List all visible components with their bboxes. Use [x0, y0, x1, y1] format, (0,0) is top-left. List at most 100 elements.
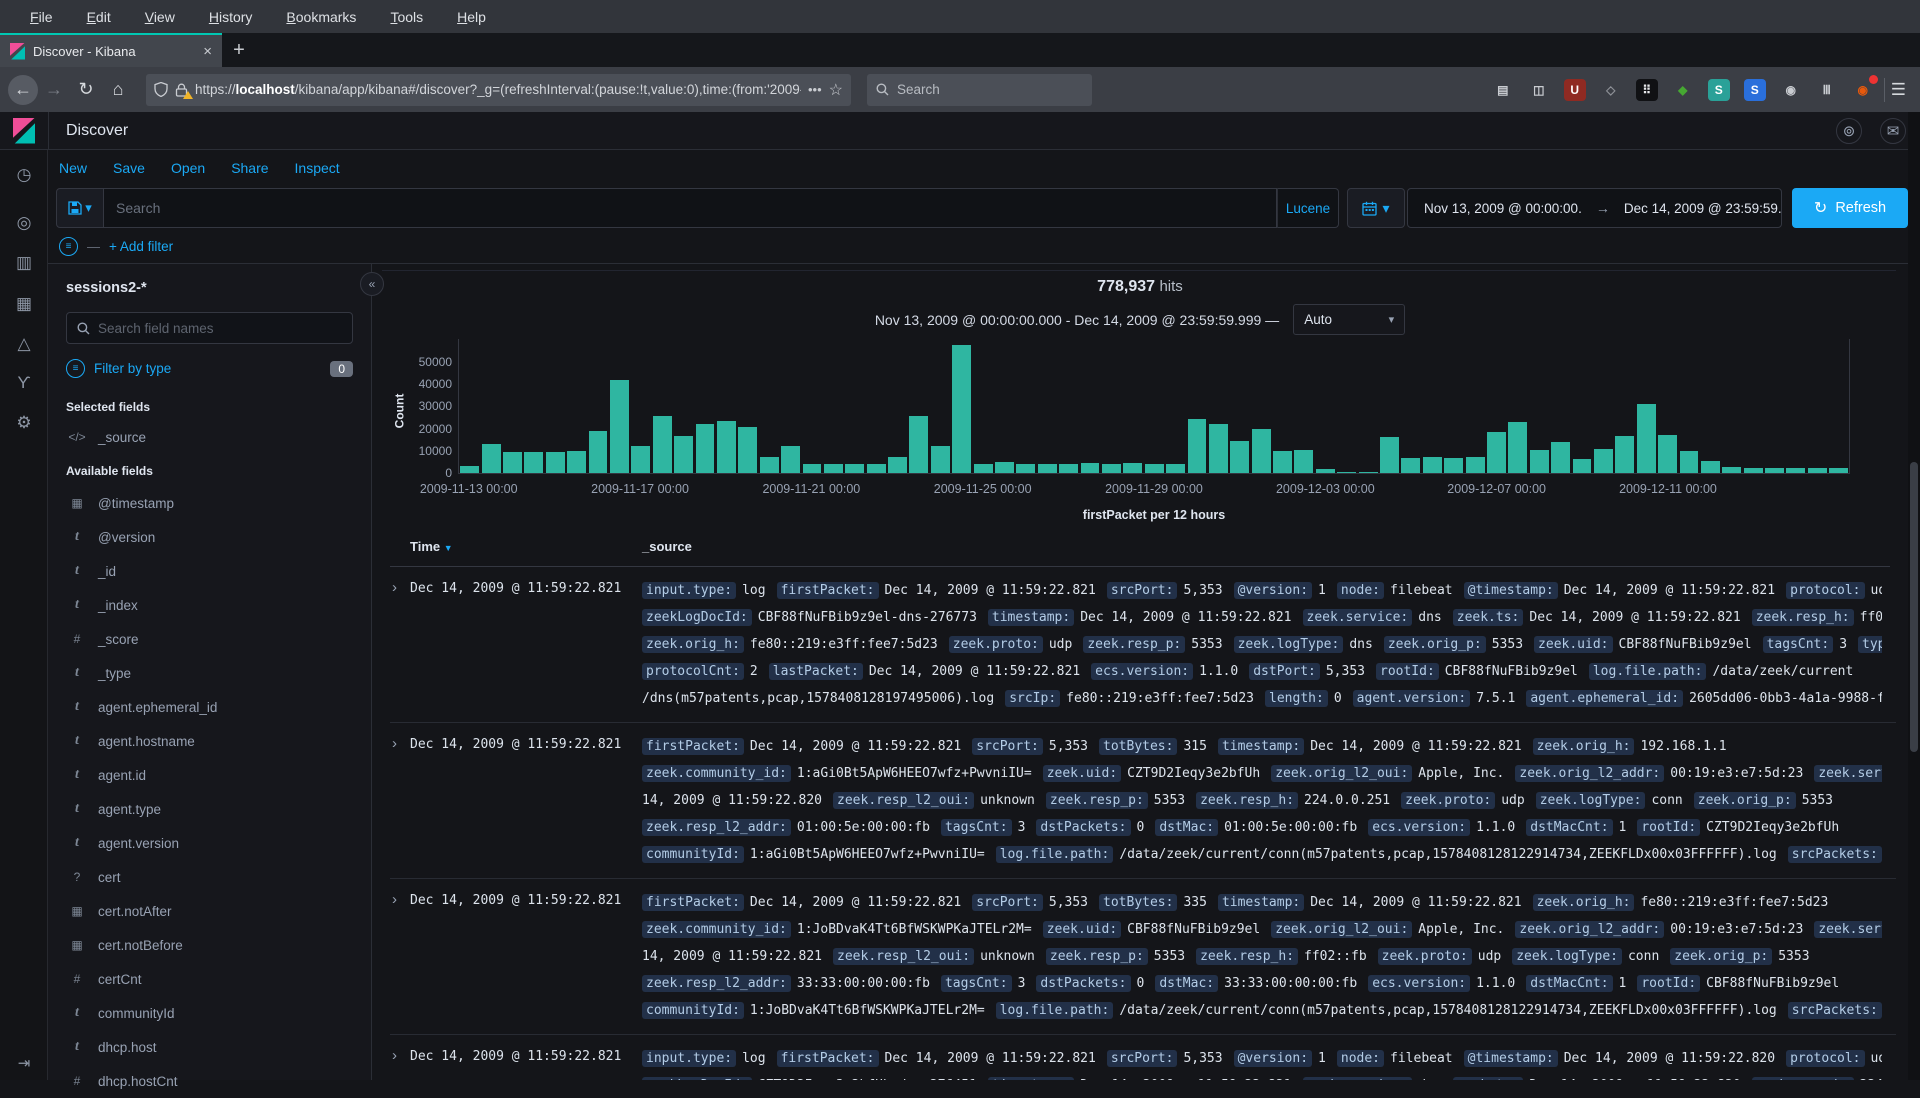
- histogram-bar[interactable]: [1680, 451, 1699, 473]
- histogram-bar[interactable]: [1829, 468, 1848, 473]
- histogram-bar[interactable]: [888, 457, 907, 473]
- histogram-bar[interactable]: [1508, 422, 1527, 473]
- time-column-header[interactable]: Time ▼: [410, 539, 453, 554]
- source-field-name[interactable]: zeek.resp_l2_addr:: [642, 975, 791, 992]
- browser-tab[interactable]: Discover - Kibana ×: [0, 33, 222, 67]
- menubar-item-tools[interactable]: Tools: [390, 9, 423, 25]
- mail-icon[interactable]: ✉: [1880, 118, 1906, 144]
- source-field-name[interactable]: tagsCnt:: [1763, 636, 1834, 653]
- histogram-bar[interactable]: [1573, 459, 1592, 473]
- menubar-item-edit[interactable]: Edit: [87, 9, 111, 25]
- source-field-name[interactable]: log.file.path:: [1589, 663, 1707, 680]
- source-field-name[interactable]: zeek.orig_h:: [1533, 738, 1635, 755]
- histogram-bar[interactable]: [1337, 472, 1356, 473]
- histogram-bar[interactable]: [1188, 419, 1207, 473]
- source-field-name[interactable]: zeek.orig_l2_addr:: [1515, 921, 1664, 938]
- source-field-name[interactable]: zeek.resp_p:: [1083, 636, 1185, 653]
- source-field-name[interactable]: zeek.orig_h:: [642, 636, 744, 653]
- source-field-name[interactable]: log.file.path:: [996, 846, 1114, 863]
- histogram-bar[interactable]: [1765, 468, 1784, 473]
- menu-link-save[interactable]: Save: [113, 160, 145, 176]
- field-item-agent.type[interactable]: tagent.type: [66, 792, 353, 826]
- expand-row-icon[interactable]: ›: [392, 1047, 397, 1064]
- menubar-item-help[interactable]: Help: [457, 9, 486, 25]
- histogram-bar[interactable]: [1359, 472, 1378, 473]
- field-search-input[interactable]: Search field names: [66, 312, 353, 344]
- interval-select[interactable]: Auto ▾: [1293, 304, 1405, 335]
- kibana-logo[interactable]: [13, 118, 35, 144]
- source-field-name[interactable]: timestamp:: [1218, 894, 1304, 911]
- menu-link-new[interactable]: New: [59, 160, 87, 176]
- source-field-name[interactable]: zeek.resp_l2_oui:: [833, 792, 974, 809]
- histogram-bar[interactable]: [1722, 467, 1741, 473]
- source-field-name[interactable]: ecs.version:: [1368, 819, 1470, 836]
- source-field-name[interactable]: zeek.resp_p:: [1046, 948, 1148, 965]
- source-field-name[interactable]: zeek.orig_l2_addr:: [1515, 765, 1664, 782]
- menubar-item-file[interactable]: File: [30, 9, 53, 25]
- source-field-name[interactable]: zeek.service:: [1814, 765, 1882, 782]
- histogram-bar[interactable]: [1786, 468, 1805, 473]
- source-field-name[interactable]: zeek.uid:: [1534, 636, 1612, 653]
- source-field-name[interactable]: @timestamp:: [1464, 582, 1558, 599]
- histogram-bar[interactable]: [995, 462, 1014, 473]
- source-field-name[interactable]: dstMacCnt:: [1526, 975, 1612, 992]
- histogram-bar[interactable]: [760, 457, 779, 473]
- field-item-@timestamp[interactable]: ▦@timestamp: [66, 486, 353, 520]
- source-field-name[interactable]: zeek.resp_l2_addr:: [642, 819, 791, 836]
- field-item-_source[interactable]: </>_source: [66, 420, 353, 454]
- source-field-name[interactable]: srcPort:: [1107, 1050, 1178, 1067]
- histogram-bar[interactable]: [1658, 435, 1677, 473]
- rail-item-dashboard[interactable]: ▦: [0, 289, 48, 319]
- histogram-bar[interactable]: [845, 464, 864, 473]
- histogram-bar[interactable]: [460, 466, 479, 473]
- histogram-bar[interactable]: [717, 421, 736, 473]
- source-field-name[interactable]: input.type:: [642, 1050, 736, 1067]
- menu-hamburger-icon[interactable]: ☰: [1891, 80, 1906, 100]
- container-extension-icon[interactable]: ⠿: [1636, 79, 1658, 101]
- query-language-button[interactable]: Lucene: [1277, 188, 1339, 228]
- source-field-name[interactable]: zeek.service:: [1814, 921, 1882, 938]
- histogram-bar[interactable]: [824, 464, 843, 473]
- histogram-bar[interactable]: [1615, 436, 1634, 473]
- forward-button[interactable]: →: [38, 74, 70, 106]
- source-field-name[interactable]: zeek.logType:: [1536, 792, 1646, 809]
- skype-icon[interactable]: S: [1744, 79, 1766, 101]
- field-item-dhcp.host[interactable]: tdhcp.host: [66, 1030, 353, 1064]
- source-field-name[interactable]: timestamp:: [988, 609, 1074, 626]
- histogram-bar[interactable]: [653, 416, 672, 473]
- source-field-name[interactable]: zeek.logType:: [1234, 636, 1344, 653]
- histogram-bar[interactable]: [610, 380, 629, 473]
- menu-link-open[interactable]: Open: [171, 160, 205, 176]
- source-field-name[interactable]: totBytes:: [1099, 894, 1177, 911]
- back-button[interactable]: ←: [8, 75, 38, 105]
- url-bar[interactable]: https://localhost/kibana/app/kibana#/dis…: [146, 74, 851, 106]
- source-field-name[interactable]: zeek.logType:: [1512, 948, 1622, 965]
- histogram-bar[interactable]: [867, 464, 886, 473]
- histogram-bar[interactable]: [803, 464, 822, 473]
- field-item-cert.notAfter[interactable]: ▦cert.notAfter: [66, 894, 353, 928]
- histogram-bar[interactable]: [1744, 468, 1763, 473]
- source-field-name[interactable]: zeek.resp_l2_oui:: [833, 948, 974, 965]
- histogram-plot[interactable]: [458, 339, 1850, 474]
- source-field-name[interactable]: input.type:: [642, 582, 736, 599]
- globe-icon[interactable]: ⊚: [1836, 118, 1862, 144]
- source-field-name[interactable]: dstPort:: [1249, 663, 1320, 680]
- menu-link-inspect[interactable]: Inspect: [295, 160, 340, 176]
- histogram-bar[interactable]: [931, 446, 950, 473]
- histogram-bar[interactable]: [631, 446, 650, 473]
- source-field-name[interactable]: srcPackets:: [1788, 1002, 1882, 1019]
- source-field-name[interactable]: tagsCnt:: [941, 975, 1012, 992]
- histogram-bar[interactable]: [1316, 469, 1335, 473]
- histogram-bar[interactable]: [1081, 463, 1100, 473]
- histogram-bar[interactable]: [738, 427, 757, 473]
- source-field-name[interactable]: zeek.community_id:: [642, 921, 791, 938]
- source-field-name[interactable]: rootId:: [1637, 819, 1700, 836]
- source-field-name[interactable]: agent.ephemeral_id:: [1526, 690, 1683, 707]
- source-field-name[interactable]: firstPacket:: [777, 582, 879, 599]
- new-tab-button[interactable]: +: [222, 33, 256, 67]
- histogram-bar[interactable]: [567, 451, 586, 473]
- field-item-_score[interactable]: #_score: [66, 622, 353, 656]
- menu-link-share[interactable]: Share: [231, 160, 268, 176]
- keepass-icon[interactable]: Ⅲ: [1816, 79, 1838, 101]
- date-picker-button[interactable]: ▾: [1347, 188, 1405, 228]
